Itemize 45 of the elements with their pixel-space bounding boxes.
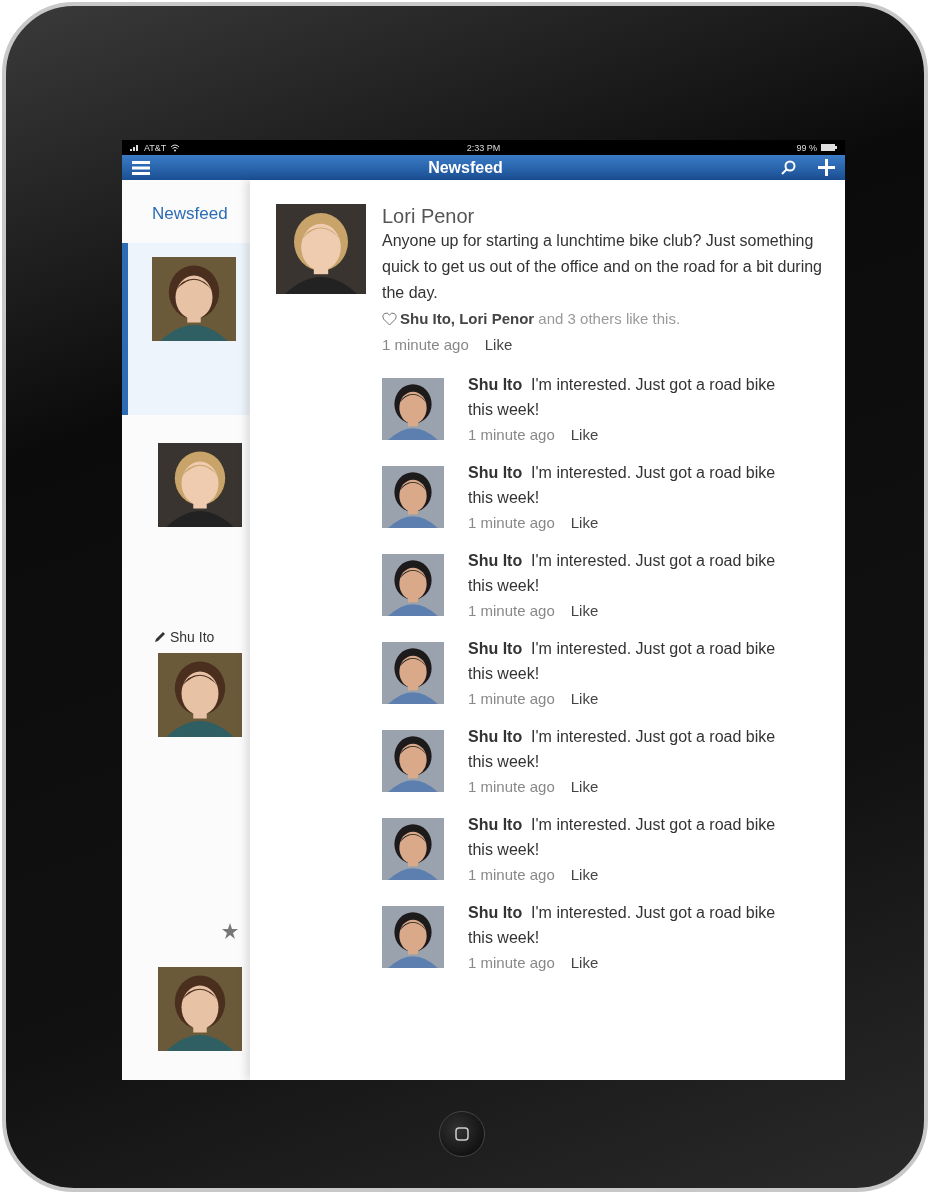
feed-item[interactable]: Shu Ito xyxy=(122,615,250,939)
comment-text: Shu Ito I'm interested. Just got a road bike this week! xyxy=(468,639,777,684)
carrier-label: AT&T xyxy=(144,142,167,153)
comment-text: Shu Ito I'm interested. Just got a road bike this week! xyxy=(468,463,777,508)
timestamp: 1 minute ago xyxy=(468,689,555,709)
feed-item[interactable] xyxy=(122,243,250,415)
like-link[interactable]: Like xyxy=(570,598,599,623)
post-text: Anyone up for starting a lunchtime bike club? Just something quick to get us out of the office and on the road for a bit during the day. xyxy=(382,231,823,303)
comment-text: Shu Ito I'm interested. Just got a road bike this week! xyxy=(468,375,777,420)
sidebar-heading: Newsfeed xyxy=(151,203,229,225)
battery-label: 99 % xyxy=(796,142,817,153)
comment-text: Shu Ito I'm interested. Just got a road bike this week! xyxy=(468,815,777,860)
heart-icon[interactable] xyxy=(382,312,397,326)
like-link[interactable]: Like xyxy=(570,774,599,799)
like-link[interactable]: Like xyxy=(570,510,599,535)
battery-icon xyxy=(821,144,837,151)
like-link[interactable]: Like xyxy=(570,422,599,447)
search-icon[interactable] xyxy=(781,160,796,175)
comment-text: Shu Ito I'm interested. Just got a road bike this week! xyxy=(468,551,777,596)
comment-text: Shu Ito I'm interested. Just got a road bike this week! xyxy=(468,727,777,772)
timestamp: 1 minute ago xyxy=(468,777,555,797)
like-link[interactable]: Like xyxy=(570,862,599,887)
author-name: Lori Penor xyxy=(382,204,476,228)
signal-icon xyxy=(130,144,140,151)
home-button[interactable] xyxy=(438,1111,485,1157)
likes-text: Shu Ito, Lori Penor and 3 others like this. xyxy=(400,309,681,329)
like-link[interactable]: Like xyxy=(570,686,599,711)
pencil-icon xyxy=(154,631,166,643)
author-name: Shu Ito xyxy=(170,629,215,645)
timestamp: 1 minute ago xyxy=(468,953,555,973)
timestamp: 1 minute ago xyxy=(468,513,555,533)
like-link[interactable]: Like xyxy=(484,332,513,358)
timestamp: 1 minute ago xyxy=(468,601,555,621)
square-icon xyxy=(454,1127,469,1141)
timestamp: 1 minute ago xyxy=(382,335,469,355)
wifi-icon xyxy=(170,143,181,152)
clock: 2:33 PM xyxy=(466,142,501,153)
menu-icon[interactable] xyxy=(132,160,150,175)
star-icon[interactable] xyxy=(222,923,238,939)
timestamp: 1 minute ago xyxy=(468,425,555,445)
comment-text: Shu Ito I'm interested. Just got a road bike this week! xyxy=(468,903,777,948)
nav-title: Newsfeed xyxy=(427,158,504,177)
timestamp: 1 minute ago xyxy=(468,865,555,885)
like-link[interactable]: Like xyxy=(570,950,599,975)
add-icon[interactable] xyxy=(818,159,835,176)
